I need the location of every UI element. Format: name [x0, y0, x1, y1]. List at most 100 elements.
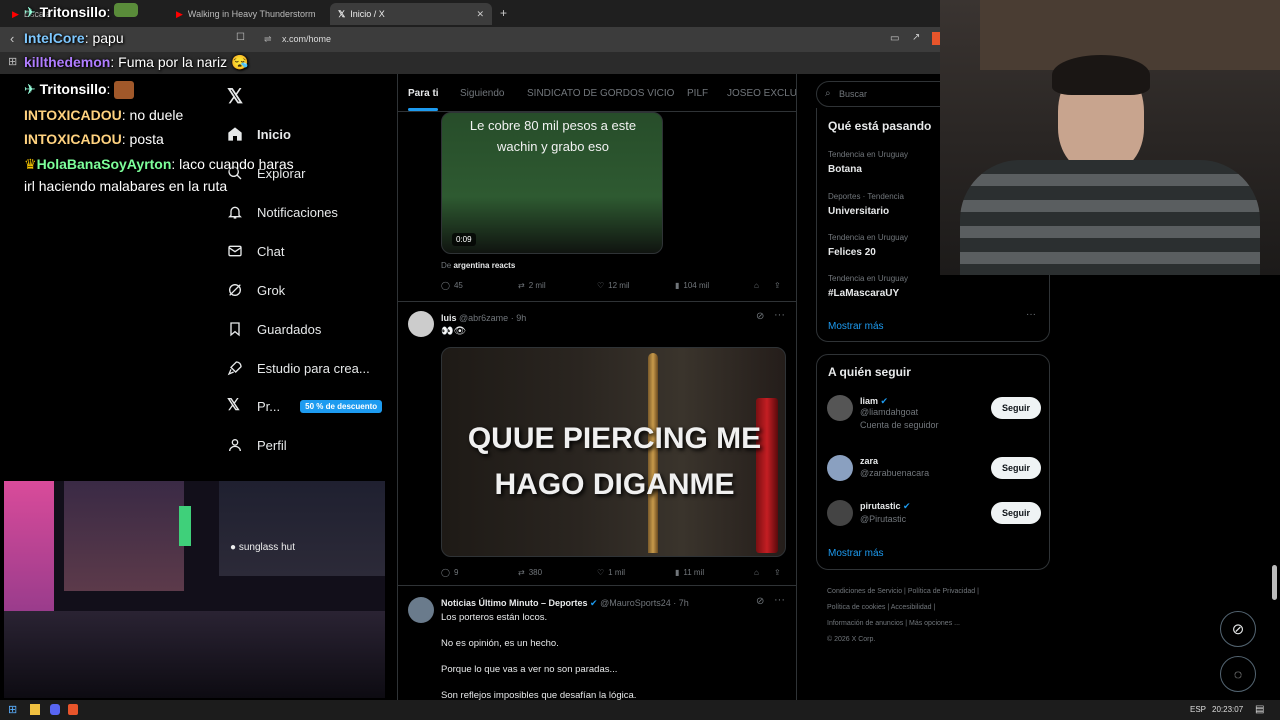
footer-link[interactable]: Accesibilidad — [891, 604, 932, 611]
author-name[interactable]: luis — [441, 313, 457, 323]
footer-link[interactable]: Más opciones ... — [909, 620, 960, 627]
extension-icon[interactable] — [932, 32, 940, 45]
site-info-icon[interactable]: ⇌ — [264, 34, 272, 45]
like-button[interactable]: ♡ 1 mil — [597, 568, 625, 577]
bookmark-button[interactable]: ⌂ — [754, 568, 759, 577]
footer-link[interactable]: Política de Privacidad — [908, 588, 975, 595]
avatar[interactable] — [827, 500, 853, 526]
nav-item-notificaciones[interactable]: Notificaciones — [227, 204, 338, 220]
back-icon[interactable]: ‹ — [10, 31, 14, 46]
share-icon[interactable]: ↗ — [912, 32, 920, 43]
notification-icon[interactable]: ▤ — [1255, 704, 1264, 715]
home-icon — [228, 127, 242, 141]
avatar[interactable] — [827, 395, 853, 421]
who-to-follow-card: A quién seguir liam ✔ @liamdahgoat Cuent… — [816, 354, 1050, 570]
video-source[interactable]: De argentina reacts — [441, 261, 515, 270]
avatar[interactable] — [408, 311, 434, 337]
browser-tab[interactable]: ▶ Walking in Heavy Thunderstorm — [168, 3, 326, 25]
nav-item-premium[interactable]: 𝕏 Pr... 50 % de descuento — [227, 398, 383, 414]
discord-icon[interactable] — [50, 704, 60, 715]
trend-item[interactable]: Tendencia en Uruguay Felices 20 — [828, 233, 908, 260]
browser-tab-active[interactable]: 𝕏 Inicio / X ✕ — [330, 3, 492, 25]
more-options-icon[interactable]: ··· — [774, 309, 785, 321]
views-button[interactable]: ▮ 11 mil — [675, 568, 704, 577]
follow-button[interactable]: Seguir — [990, 457, 1041, 479]
more-options-icon[interactable]: ··· — [774, 594, 785, 606]
tab-pilf[interactable]: PILF — [687, 88, 708, 99]
url-field[interactable]: ⇌ x.com/home — [256, 31, 876, 48]
post-image-media[interactable]: QUUE PIERCING ME HAGO DIGANME — [441, 347, 786, 557]
trends-title: Qué está pasando — [828, 119, 932, 133]
footer-link[interactable]: Política de cookies — [827, 604, 885, 611]
like-button[interactable]: ♡ 12 mil — [597, 281, 630, 290]
apps-grid-icon[interactable]: ⊞ — [8, 55, 17, 68]
language-indicator[interactable]: ESP — [1190, 705, 1206, 714]
nav-item-perfil[interactable]: Perfil — [227, 437, 287, 453]
grok-fab[interactable]: ⊘ — [1220, 611, 1256, 647]
post-text: 👀👁 — [441, 326, 467, 337]
nav-item-grok[interactable]: Grok — [227, 282, 285, 298]
post-time[interactable]: 7h — [679, 598, 689, 608]
avatar[interactable] — [408, 597, 434, 623]
views-button[interactable]: ▮ 104 mil — [675, 281, 709, 290]
nav-item-estudio[interactable]: Estudio para crea... — [227, 360, 370, 376]
author-name[interactable]: Noticias Último Minuto – Deportes — [441, 598, 588, 608]
post-text-only[interactable]: Noticias Último Minuto – Deportes ✔ @Mau… — [398, 587, 796, 700]
grok-icon[interactable]: ⊘ — [756, 596, 764, 607]
follow-suggestion[interactable]: liam ✔ @liamdahgoat Cuenta de seguidor S… — [817, 389, 1051, 433]
avatar[interactable] — [827, 455, 853, 481]
footer-link[interactable]: Información de anuncios — [827, 620, 903, 627]
video-player[interactable]: Le cobre 80 mil pesos a este wachin y gr… — [441, 112, 663, 254]
post-video[interactable]: Le cobre 80 mil pesos a este wachin y gr… — [398, 112, 796, 302]
reply-button[interactable]: ◯ 9 — [441, 568, 458, 577]
author-handle[interactable]: @MauroSports24 — [600, 598, 671, 608]
verified-icon: ✔ — [903, 501, 911, 511]
browser-icon[interactable] — [68, 704, 78, 715]
share-button[interactable]: ⇪ — [774, 568, 781, 577]
messages-fab[interactable]: ◌ — [1220, 656, 1256, 692]
follow-suggestion[interactable]: pirutastic ✔ @Pirutastic Seguir — [817, 494, 1051, 538]
building-shape — [219, 481, 385, 576]
post-image[interactable]: luis @abr6zame · 9h ⊘ ··· 👀👁 QUUE PIERCI… — [398, 303, 796, 586]
clock[interactable]: 20:23:07 — [1212, 705, 1243, 714]
tab-sindicato[interactable]: SINDICATO DE GORDOS VICIO — [527, 88, 674, 99]
post-actions: ◯ 45 ⇄ 2 mil ♡ 12 mil ▮ 104 mil ⌂ ⇪ — [441, 281, 786, 295]
tab-joseo[interactable]: JOSEO EXCLUSI — [727, 88, 796, 99]
bookmark-page-icon[interactable]: ☐ — [236, 32, 245, 43]
new-tab-icon[interactable]: + — [500, 6, 507, 20]
trend-item[interactable]: Tendencia en Uruguay Botana — [828, 150, 908, 177]
install-icon[interactable]: ▭ — [890, 33, 899, 44]
active-tab-indicator — [408, 108, 438, 111]
repost-button[interactable]: ⇄ 2 mil — [518, 281, 546, 290]
show-more-trends[interactable]: Mostrar más — [828, 321, 884, 332]
show-more-follows[interactable]: Mostrar más — [828, 548, 884, 559]
close-tab-icon[interactable]: ✕ — [476, 9, 484, 20]
repost-button[interactable]: ⇄ 380 — [518, 568, 542, 577]
x-logo-icon[interactable]: 𝕏 — [227, 84, 243, 109]
crown-icon: ♛ — [24, 156, 37, 172]
follow-suggestion[interactable]: zara @zarabuenacara Seguir — [817, 449, 1051, 493]
trend-item[interactable]: Deportes · Tendencia Universitario — [828, 192, 904, 219]
grok-icon[interactable]: ⊘ — [756, 311, 764, 322]
post-time[interactable]: 9h — [516, 313, 526, 323]
bookmark-button[interactable]: ⌂ — [754, 281, 759, 290]
author-handle[interactable]: @abr6zame — [459, 313, 508, 323]
tab-siguiendo[interactable]: Siguiendo — [460, 88, 504, 99]
nav-item-inicio[interactable]: Inicio — [227, 126, 291, 142]
chat-bubble-icon: ◌ — [1233, 666, 1243, 682]
trend-item[interactable]: Tendencia en Uruguay #LaMascaraUY — [828, 274, 908, 301]
nav-item-chat[interactable]: Chat — [227, 243, 284, 259]
reply-button[interactable]: ◯ 45 — [441, 281, 463, 290]
follow-button[interactable]: Seguir — [990, 397, 1041, 419]
more-options-icon[interactable]: ··· — [1026, 309, 1036, 320]
nav-item-explorar[interactable]: Explorar — [227, 165, 305, 181]
browser-tab[interactable]: ▶ Escala — [4, 3, 164, 25]
scrollbar-thumb[interactable] — [1272, 565, 1277, 600]
nav-item-guardados[interactable]: Guardados — [227, 321, 321, 337]
footer-link[interactable]: Condiciones de Servicio — [827, 588, 902, 595]
start-icon[interactable]: ⊞ — [8, 703, 17, 716]
tab-para-ti[interactable]: Para ti — [408, 88, 439, 99]
folder-icon[interactable] — [30, 704, 40, 715]
follow-button[interactable]: Seguir — [990, 502, 1041, 524]
share-button[interactable]: ⇪ — [774, 281, 781, 290]
